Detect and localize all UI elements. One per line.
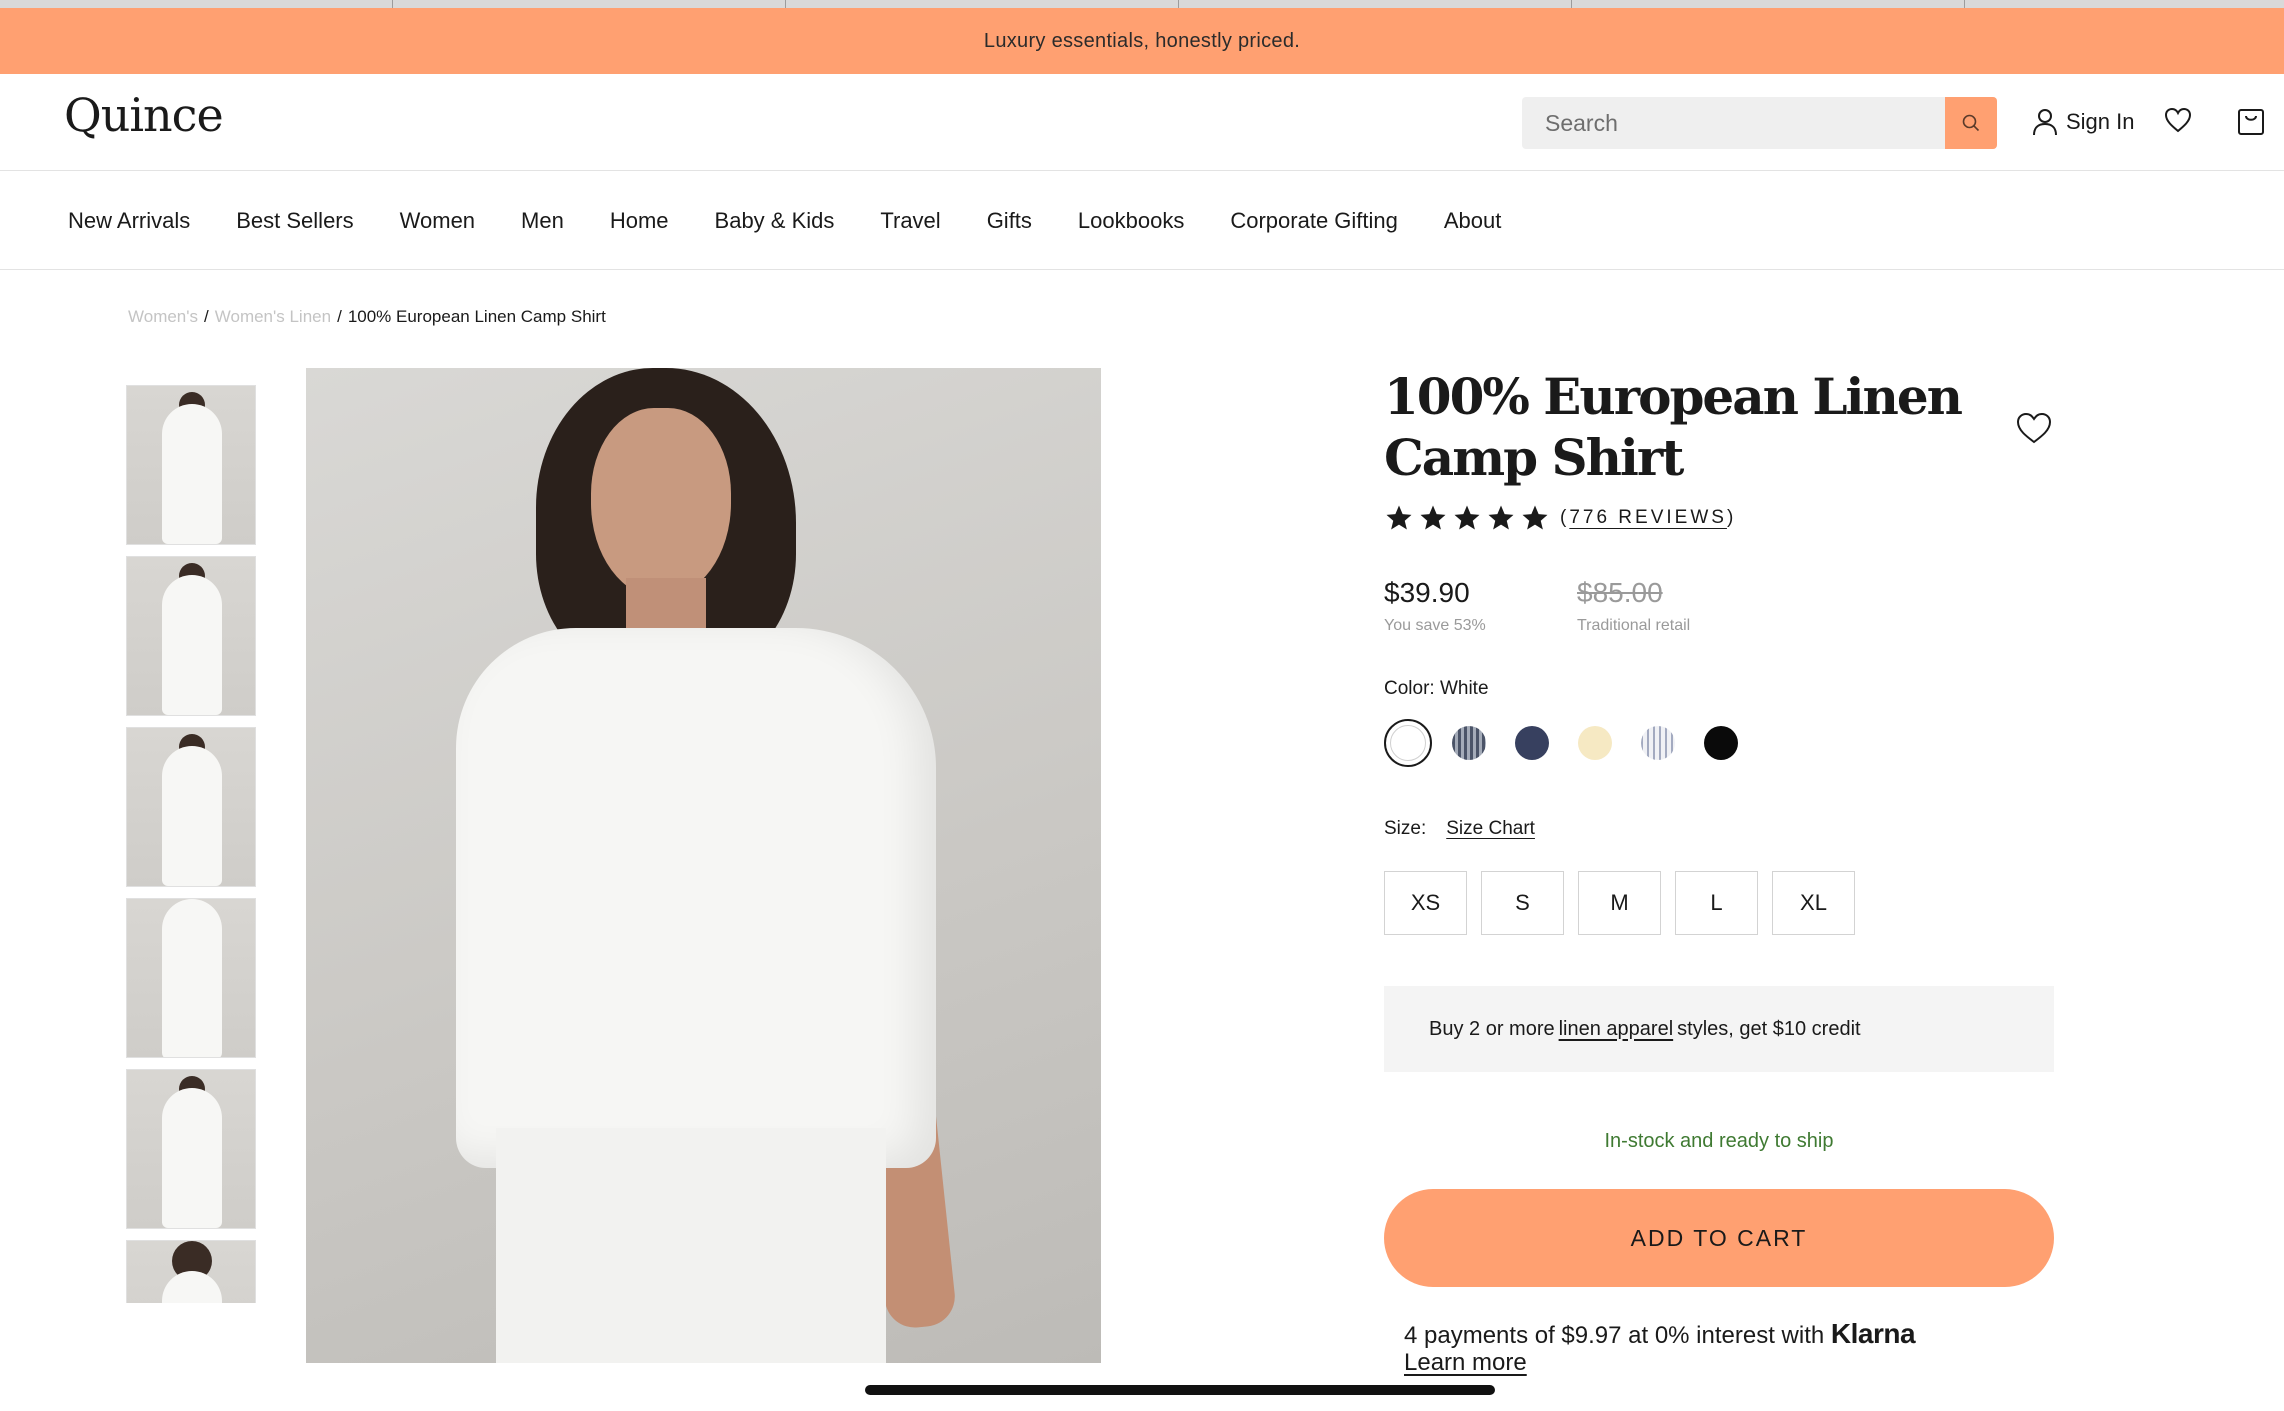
tab-segment[interactable]: [1179, 0, 1572, 8]
promo-banner: Luxury essentials, honestly priced.: [0, 8, 2284, 74]
product-thumbnail[interactable]: [126, 556, 256, 716]
sale-price: $39.90: [1384, 577, 1470, 608]
product-thumbnail[interactable]: [126, 727, 256, 887]
savings-text: You save 53%: [1384, 617, 1486, 634]
swatch-navy-stripe[interactable]: [1452, 726, 1486, 760]
nav-item-home[interactable]: Home: [610, 208, 669, 234]
product-thumbnail[interactable]: [126, 898, 256, 1058]
color-swatches: [1384, 719, 1738, 767]
tab-segment[interactable]: [393, 0, 786, 8]
breadcrumb-separator: /: [204, 307, 209, 326]
klarna-message: 4 payments of $9.97 at 0% interest with …: [1404, 1318, 1916, 1350]
star-icon: [1386, 505, 1412, 530]
favorite-button[interactable]: [2014, 410, 2054, 451]
product-rating: (776 REVIEWS): [1384, 503, 1736, 533]
star-rating: [1384, 503, 1550, 533]
swatch-navy[interactable]: [1515, 726, 1549, 760]
size-option-xl[interactable]: XL: [1772, 871, 1855, 935]
size-option-s[interactable]: S: [1481, 871, 1564, 935]
size-option-m[interactable]: M: [1578, 871, 1661, 935]
star-icon: [1522, 505, 1548, 530]
breadcrumb-separator: /: [337, 307, 342, 326]
breadcrumb-womens-linen[interactable]: Women's Linen: [215, 307, 331, 327]
browser-tab-strip: [0, 0, 2284, 8]
tab-segment[interactable]: [786, 0, 1179, 8]
heart-icon: [2016, 412, 2052, 444]
size-option-l[interactable]: L: [1675, 871, 1758, 935]
nav-item-new-arrivals[interactable]: New Arrivals: [68, 208, 190, 234]
breadcrumb: Women's / Women's Linen / 100% European …: [128, 307, 606, 327]
product-thumbnail[interactable]: [126, 1069, 256, 1229]
nav-item-lookbooks[interactable]: Lookbooks: [1078, 208, 1184, 234]
color-label: Color: White: [1384, 678, 1489, 699]
nav-item-travel[interactable]: Travel: [880, 208, 940, 234]
reviews-link[interactable]: (776 REVIEWS): [1560, 507, 1736, 529]
size-label: Size:: [1384, 818, 1427, 839]
swatch-cream[interactable]: [1578, 726, 1612, 760]
linen-promo: Buy 2 or more linen apparel styles, get …: [1384, 986, 2054, 1072]
size-option-xs[interactable]: XS: [1384, 871, 1467, 935]
quince-logo[interactable]: Quince: [64, 88, 224, 142]
original-price-label: Traditional retail: [1577, 617, 1691, 634]
search-bar: [1522, 97, 1997, 149]
product-thumbnail[interactable]: [126, 1240, 256, 1303]
product-title: 100% European Linen Camp Shirt: [1384, 367, 1963, 487]
wishlist-button[interactable]: [2163, 106, 2193, 139]
tab-segment[interactable]: [1572, 0, 1965, 8]
klarna-logo: Klarna: [1830, 1318, 1916, 1349]
breadcrumb-womens[interactable]: Women's: [128, 307, 198, 327]
main-nav: New Arrivals Best Sellers Women Men Home…: [0, 172, 2284, 270]
breadcrumb-current: 100% European Linen Camp Shirt: [347, 307, 606, 326]
star-icon: [1454, 505, 1480, 530]
search-icon: [1962, 114, 1980, 132]
nav-item-men[interactable]: Men: [521, 208, 564, 234]
nav-item-gifts[interactable]: Gifts: [987, 208, 1032, 234]
nav-item-women[interactable]: Women: [400, 208, 475, 234]
size-header: Size: Size Chart: [1384, 818, 1535, 840]
search-button[interactable]: [1945, 97, 1997, 149]
promo-text-after: styles, get $10 credit: [1677, 1017, 1861, 1040]
heart-icon: [2164, 107, 2192, 133]
klarna-text: 4 payments of $9.97 at 0% interest with: [1404, 1322, 1825, 1349]
size-options: XS S M L XL: [1384, 871, 1855, 935]
promo-text-before: Buy 2 or more: [1429, 1017, 1555, 1040]
user-icon: [2033, 109, 2057, 136]
nav-item-corporate-gifting[interactable]: Corporate Gifting: [1230, 208, 1398, 234]
nav-item-baby-kids[interactable]: Baby & Kids: [715, 208, 835, 234]
swatch-light-stripe[interactable]: [1641, 726, 1675, 760]
add-to-cart-button[interactable]: ADD TO CART: [1384, 1189, 2054, 1287]
site-header: Quince Sign In: [0, 74, 2284, 171]
size-chart-link[interactable]: Size Chart: [1446, 818, 1535, 840]
star-icon: [1420, 505, 1446, 530]
home-indicator-bar[interactable]: [865, 1385, 1495, 1395]
sign-in-link[interactable]: Sign In: [2032, 108, 2135, 136]
search-input[interactable]: [1522, 97, 1945, 149]
shopping-bag-icon: [2238, 109, 2264, 135]
cart-button[interactable]: [2237, 106, 2265, 141]
sign-in-label: Sign In: [2066, 109, 2135, 134]
thumbnail-gallery: [126, 385, 256, 1303]
swatch-black[interactable]: [1704, 726, 1738, 760]
stock-status: In-stock and ready to ship: [1604, 1130, 1834, 1152]
star-icon: [1488, 505, 1514, 530]
swatch-white[interactable]: [1384, 719, 1432, 767]
original-price: $85.00: [1577, 577, 1663, 608]
product-thumbnail[interactable]: [126, 385, 256, 545]
reviews-count: 776 REVIEWS: [1569, 507, 1727, 528]
linen-apparel-link[interactable]: linen apparel: [1559, 1018, 1674, 1041]
product-main-image[interactable]: [306, 368, 1101, 1363]
nav-item-best-sellers[interactable]: Best Sellers: [236, 208, 353, 234]
klarna-learn-more-link[interactable]: Learn more: [1404, 1349, 1527, 1377]
tab-segment[interactable]: [0, 0, 393, 8]
nav-item-about[interactable]: About: [1444, 208, 1502, 234]
